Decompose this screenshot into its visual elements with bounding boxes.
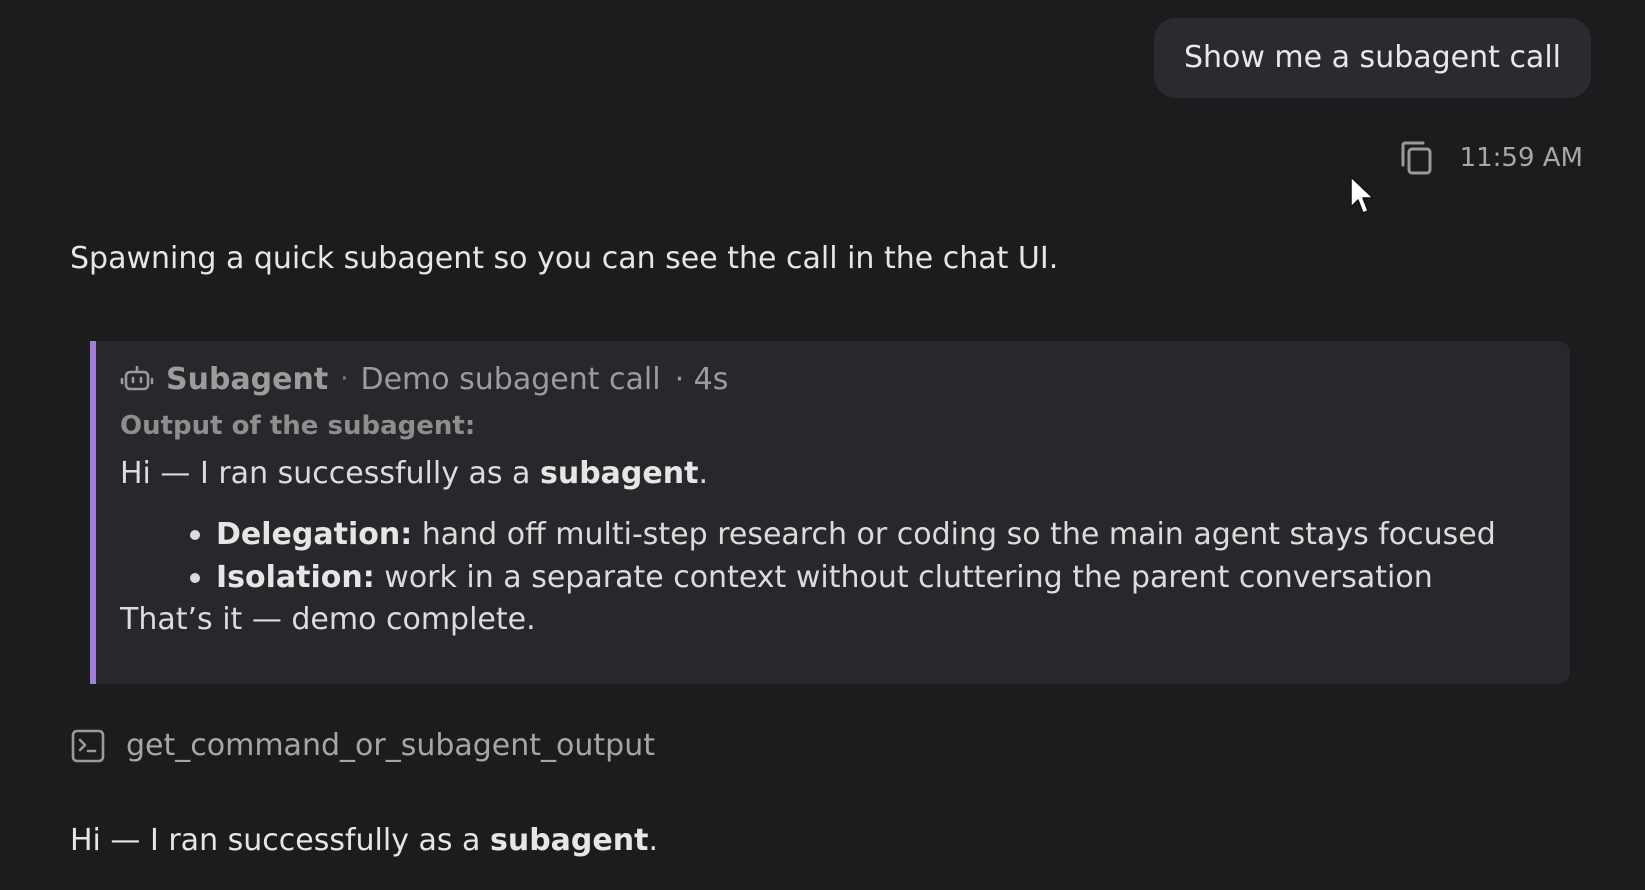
final-bold: subagent: [489, 823, 649, 858]
bullet-term: Delegation:: [216, 517, 413, 552]
list-item: Isolation: work in a separate context wi…: [190, 556, 1570, 599]
chat-transcript: Show me a subagent call 11:59 AM Spawnin…: [0, 0, 1645, 890]
user-message-bubble: Show me a subagent call: [1153, 18, 1591, 98]
list-item: Delegation: hand off multi-step research…: [190, 513, 1570, 556]
intro-suffix: .: [698, 456, 708, 491]
final-prefix: Hi — I ran successfully as a: [70, 823, 490, 858]
subagent-output: Hi — I ran successfully as a subagent. D…: [120, 453, 1570, 641]
terminal-icon: [71, 729, 105, 763]
subagent-card-header[interactable]: Subagent · Demo subagent call · 4s: [120, 359, 1570, 399]
subagent-output-label: Output of the subagent:: [120, 411, 476, 441]
tool-call-name: get_command_or_subagent_output: [126, 728, 655, 763]
bullet-term: Isolation:: [216, 560, 375, 595]
bullet-text: work in a separate context without clutt…: [374, 560, 1433, 595]
bullet-text: hand off multi-step research or coding s…: [412, 517, 1496, 552]
user-message-meta: 11:59 AM: [1394, 136, 1583, 180]
subagent-card: Subagent · Demo subagent call · 4s Outpu…: [90, 341, 1570, 684]
subagent-separator: ·: [340, 364, 349, 394]
intro-prefix: Hi — I ran successfully as a: [120, 456, 540, 491]
copy-button[interactable]: [1394, 136, 1438, 180]
tool-call-row[interactable]: get_command_or_subagent_output: [70, 728, 655, 764]
intro-bold: subagent: [539, 456, 699, 491]
subagent-title: Subagent: [166, 361, 329, 397]
robot-icon: [120, 365, 154, 391]
subagent-duration: · 4s: [674, 361, 729, 397]
subagent-output-intro: Hi — I ran successfully as a subagent.: [120, 453, 1570, 495]
message-timestamp: 11:59 AM: [1459, 143, 1583, 173]
subagent-bullet-list: Delegation: hand off multi-step research…: [120, 513, 1570, 599]
final-suffix: .: [648, 823, 658, 858]
user-message-text: Show me a subagent call: [1183, 40, 1561, 75]
mouse-cursor-icon: [1350, 176, 1374, 214]
assistant-final-text: Hi — I ran successfully as a subagent.: [70, 822, 658, 860]
copy-icon: [1401, 141, 1432, 175]
subagent-description: Demo subagent call: [360, 361, 661, 397]
subagent-closing: That’s it — demo complete.: [120, 602, 536, 637]
assistant-intro-text: Spawning a quick subagent so you can see…: [70, 241, 1059, 276]
